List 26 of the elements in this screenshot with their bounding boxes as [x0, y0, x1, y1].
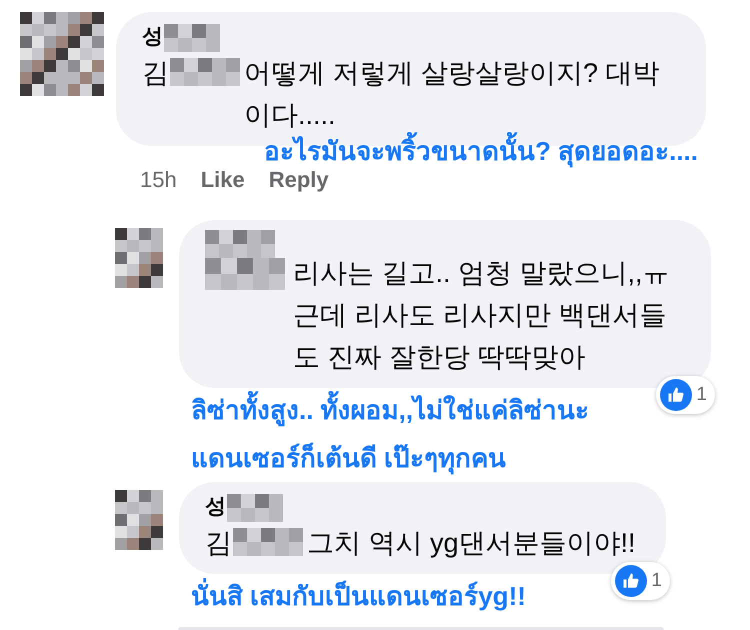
like-reaction-icon: [615, 565, 648, 597]
like-link[interactable]: Like: [200, 166, 245, 194]
author-name: 성: [142, 24, 163, 50]
author-name: 김: [142, 57, 169, 90]
timestamp: 15h: [140, 166, 177, 194]
avatar: [115, 228, 163, 288]
pixelation-drawing: [170, 58, 240, 86]
pixelation-drawing: [205, 230, 275, 258]
comment-text: 그치 역시 yg댄서분들이야!!: [307, 527, 637, 560]
author-name: 김: [205, 527, 232, 560]
reaction-badge[interactable]: 1: [611, 562, 670, 600]
avatar: [115, 490, 163, 550]
like-reaction-icon: [660, 379, 692, 411]
reaction-count: 1: [696, 382, 707, 407]
reply-link[interactable]: Reply: [268, 166, 329, 194]
comment-text: 어떻게 저렇게 살랑살랑이지? 대박이다.....: [244, 57, 661, 132]
caption-overlay: นั่นสิ เสมกับเป็นแดนเซอร์yg!!: [191, 576, 526, 616]
pixelation-drawing: [227, 494, 283, 522]
author-name: 성: [205, 494, 226, 520]
caption-overlay: แดนเซอร์ก็เต้นดี เป๊ะๆทุกคน: [191, 442, 506, 476]
caption-overlay: ลิซ่าทั้งสูง.. ทั้งผอม,,ไม่ใช่แค่ลิซ่านะ: [191, 390, 590, 430]
reaction-count: 1: [651, 568, 662, 593]
pixelation-drawing: [233, 528, 303, 556]
pixelation-drawing: [164, 24, 220, 52]
comment-text: 리사는 길고.. 엄청 말랐으니,,ㅠ 근데 리사도 리사지만 백댄서들도 진짜 잘한당 딱딱맞아: [293, 257, 671, 374]
reaction-badge[interactable]: 1: [656, 376, 715, 414]
